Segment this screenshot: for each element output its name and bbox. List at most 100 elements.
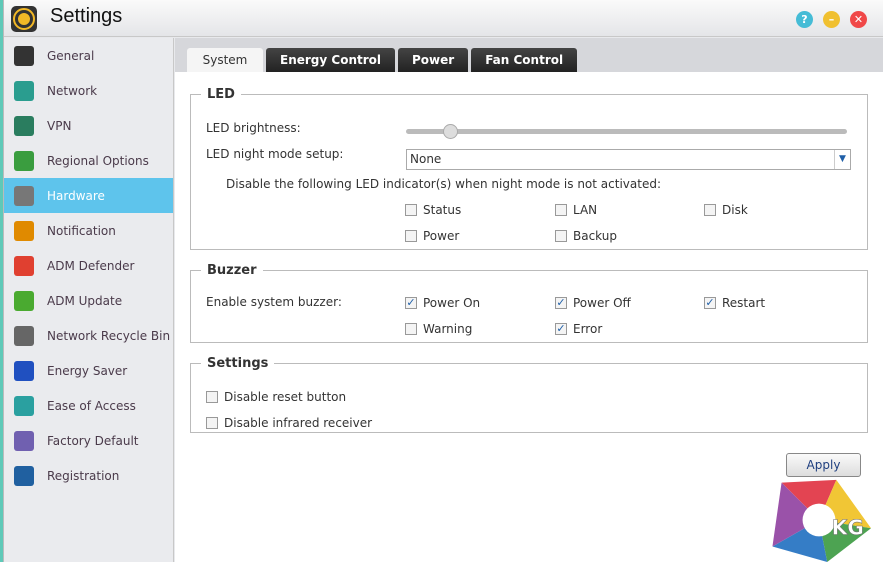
sidebar-item-network[interactable]: Network [4,73,173,108]
tab-power[interactable]: Power [398,48,469,72]
sidebar-item-label: Notification [47,223,116,238]
regional-options-icon [14,150,34,171]
sidebar-item-label: Factory Default [47,433,139,448]
checkbox-disable-infrared-receiver[interactable]: Disable infrared receiver [206,416,372,430]
led-brightness-label: LED brightness: [206,121,301,135]
buzzer-label: Enable system buzzer: [206,295,342,309]
sidebar-item-adm-defender[interactable]: ADM Defender [4,248,173,283]
sidebar-item-label: Network [47,83,98,98]
sidebar-item-label: Hardware [47,188,105,203]
sidebar-item-registration[interactable]: Registration [4,458,173,493]
help-button[interactable]: ? [796,11,813,28]
window-title: Settings [50,5,123,27]
checkbox-checked[interactable]: ✓ [555,297,567,309]
network-recycle-bin-icon [14,325,34,346]
sidebar-item-notification[interactable]: Notification [4,213,173,248]
led-night-mode-label: LED night mode setup: [206,147,344,161]
sidebar-item-label: Network Recycle Bin [47,328,171,343]
sidebar-item-network-recycle-bin[interactable]: Network Recycle Bin [4,318,173,353]
vpn-icon [14,115,34,136]
chevron-down-icon[interactable]: ▼ [834,150,850,169]
slider-handle[interactable] [443,124,459,139]
buzzer-legend: Buzzer [207,263,257,278]
checkbox-label: Power On [423,296,481,310]
checkbox-label: Power [423,229,460,243]
network-icon [14,80,34,101]
sidebar-item-label: Ease of Access [47,398,136,413]
select-value: None [410,152,442,166]
checkbox-label: Disable infrared receiver [224,416,373,430]
checkbox-label: LAN [573,203,598,217]
general-icon [14,45,34,66]
ease-of-access-icon [14,395,34,416]
checkbox-unchecked[interactable] [555,230,567,242]
checkbox-unchecked[interactable] [405,204,417,216]
sidebar-item-vpn[interactable]: VPN [4,108,173,143]
minimize-button[interactable]: – [823,11,840,28]
checkbox-checked[interactable]: ✓ [555,323,567,335]
kg-watermark-logo: KG [772,479,872,562]
sidebar-item-label: Energy Saver [47,363,128,378]
settings-app-icon [11,6,37,32]
checkbox-power[interactable]: Power [405,229,459,243]
tab-fan-control[interactable]: Fan Control [471,48,578,72]
checkbox-lan[interactable]: LAN [555,203,597,217]
checkbox-unchecked[interactable] [206,391,218,403]
checkbox-error[interactable]: ✓ Error [555,322,602,336]
checkbox-label: Disk [722,203,748,217]
checkbox-label: Power Off [573,296,631,310]
sidebar-item-ease-of-access[interactable]: Ease of Access [4,388,173,423]
settings-section: Settings Disable reset button Disable inf… [190,356,868,433]
checkbox-warning[interactable]: Warning [405,322,472,336]
sidebar: General Network VPN Regional Options Hardwar… [4,38,174,562]
settings-window: Settings ? – ✕ General Network VPN Regional… [3,0,883,562]
sidebar-item-adm-update[interactable]: ADM Update [4,283,173,318]
checkbox-disable-reset-button[interactable]: Disable reset button [206,390,346,404]
checkbox-unchecked[interactable] [555,204,567,216]
checkbox-unchecked[interactable] [405,323,417,335]
checkbox-backup[interactable]: Backup [555,229,617,243]
energy-saver-icon [14,360,34,381]
settings-legend: Settings [207,356,269,371]
sidebar-item-energy-saver[interactable]: Energy Saver [4,353,173,388]
sidebar-item-label: General [47,48,95,63]
checkbox-label: Disable reset button [224,390,347,404]
checkbox-checked[interactable]: ✓ [405,297,417,309]
registration-icon [14,465,34,486]
close-button[interactable]: ✕ [850,11,867,28]
buzzer-section: Buzzer Enable system buzzer: ✓ Power On ✓ P… [190,263,868,343]
checkbox-status[interactable]: Status [405,203,461,217]
tab-system[interactable]: System [187,48,263,72]
sidebar-item-label: Registration [47,468,120,483]
sidebar-item-factory-default[interactable]: Factory Default [4,423,173,458]
checkbox-unchecked[interactable] [405,230,417,242]
checkbox-label: Error [573,322,603,336]
checkbox-disk[interactable]: Disk [704,203,748,217]
sidebar-item-label: ADM Update [47,293,123,308]
sidebar-item-general[interactable]: General [4,38,173,73]
checkbox-power-on[interactable]: ✓ Power On [405,296,480,310]
svg-text:KG: KG [832,516,864,540]
checkbox-restart[interactable]: ✓ Restart [704,296,765,310]
apply-button[interactable]: Apply [786,453,861,477]
led-night-mode-select[interactable]: None ▼ [406,149,851,170]
checkbox-checked[interactable]: ✓ [704,297,716,309]
led-brightness-slider[interactable] [406,124,847,139]
checkbox-label: Warning [423,322,473,336]
notification-icon [14,220,34,241]
tab-bar: System Energy Control Power Fan Control [187,48,578,72]
sidebar-item-regional-options[interactable]: Regional Options [4,143,173,178]
tab-energy-control[interactable]: Energy Control [266,48,395,72]
checkbox-label: Status [423,203,462,217]
sidebar-item-label: VPN [47,118,72,133]
sidebar-item-label: Regional Options [47,153,149,168]
adm-update-icon [14,290,34,311]
adm-defender-icon [14,255,34,276]
led-disable-text: Disable the following LED indicator(s) w… [226,177,661,191]
title-bar: Settings ? – ✕ [4,0,883,37]
sidebar-item-hardware[interactable]: Hardware [4,178,173,213]
checkbox-unchecked[interactable] [206,417,218,429]
led-section: LED LED brightness: LED night mode setup… [190,87,868,250]
checkbox-power-off[interactable]: ✓ Power Off [555,296,631,310]
checkbox-unchecked[interactable] [704,204,716,216]
